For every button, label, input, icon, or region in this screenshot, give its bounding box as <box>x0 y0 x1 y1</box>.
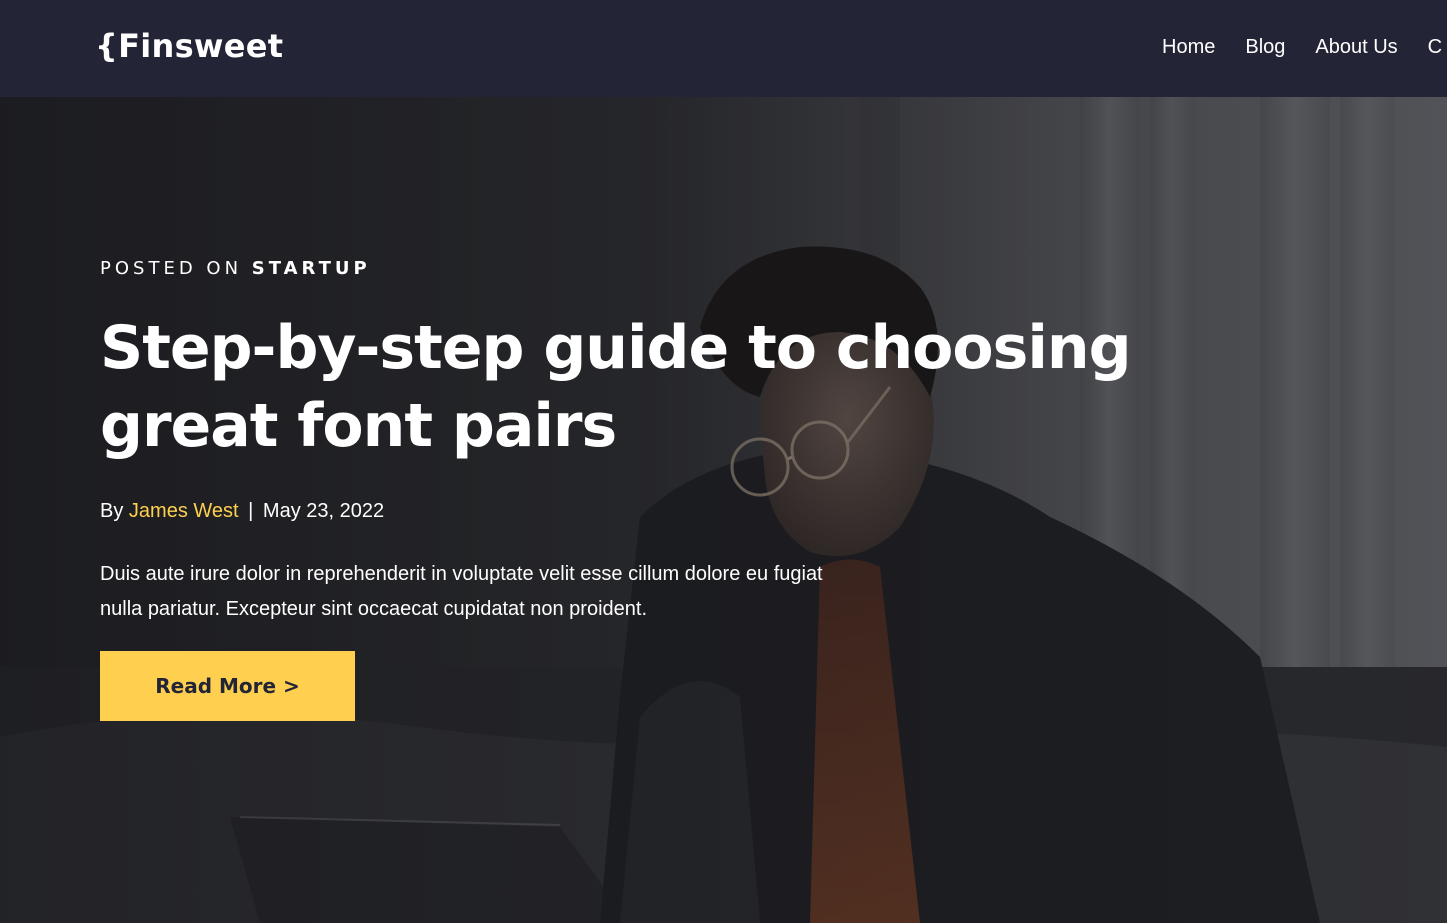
post-title: Step-by-step guide to choosing great fon… <box>100 313 1132 461</box>
nav-link-contact[interactable]: C <box>1428 33 1442 61</box>
nav-link-blog[interactable]: Blog <box>1245 33 1285 61</box>
post-date: May 23, 2022 <box>262 500 385 522</box>
brand-logo[interactable]: {Finsweet <box>95 26 283 66</box>
read-more-button[interactable]: Read More > <box>100 651 355 721</box>
main-nav: Home Blog About Us C <box>1162 33 1442 61</box>
nav-link-home[interactable]: Home <box>1162 33 1215 61</box>
post-excerpt: Duis aute irure dolor in reprehenderit i… <box>100 563 823 620</box>
nav-link-about-us[interactable]: About Us <box>1315 33 1397 61</box>
category-prefix: POSTED ON <box>100 258 252 279</box>
post-meta: By James West | May 23, 2022 <box>100 497 384 525</box>
hero-section: POSTED ON STARTUP Step-by-step guide to … <box>0 97 1447 923</box>
meta-separator: | <box>248 500 254 522</box>
author-link[interactable]: James West <box>129 500 239 522</box>
category-name[interactable]: STARTUP <box>252 258 371 279</box>
site-header: {Finsweet Home Blog About Us C <box>0 0 1447 97</box>
blog-page: {Finsweet Home Blog About Us C POSTED ON… <box>0 0 1447 923</box>
post-category: POSTED ON STARTUP <box>100 257 371 281</box>
by-label: By <box>100 500 129 522</box>
